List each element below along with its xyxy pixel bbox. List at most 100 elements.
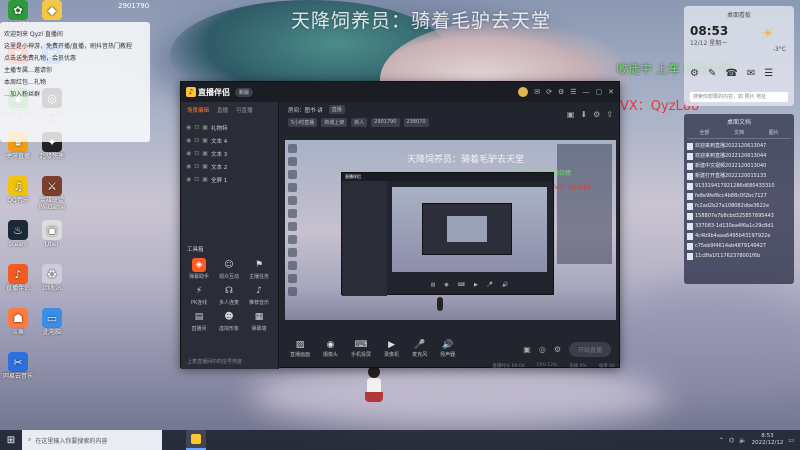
scene-item[interactable]: ◉ ⊡ ▣ 文本 4 [186,134,273,147]
file-icon [687,182,693,190]
file-panel-tab[interactable]: 文档 [734,129,744,136]
minimize-icon[interactable]: — [583,88,590,96]
volume-icon[interactable]: 🔈 [739,437,746,444]
chevron-up-icon[interactable]: ⌃ [719,437,724,444]
control-button[interactable]: ▨ 直播画面 [290,340,310,358]
stream-preview[interactable]: 天降饲养员：骑着毛驴去天堂 收徒中 上车 拒绝白嫖 VX：QyzL88 直播伴侣… [285,140,616,326]
widget-icon[interactable]: ✉ [747,68,755,79]
taskbar-search-input[interactable]: ⌕ 在这里输入你要搜索的内容 [22,430,162,450]
desktop-icon[interactable]: ✂ 网易云音乐 [2,352,34,380]
desktop-icon[interactable]: ▭ 此电脑 [36,308,68,336]
taskbar-live-companion[interactable] [186,430,206,450]
room-info-tag[interactable]: 商城上架 [321,118,348,127]
close-icon[interactable]: ✕ [608,88,614,96]
layout-icon[interactable]: ▣ [523,345,531,354]
tool-item[interactable]: ◈ 弹幕助手 [185,258,213,280]
scene-item[interactable]: ◉ ⊡ ▣ 文本 2 [186,160,273,173]
header-icon[interactable]: ⚙ [593,110,600,119]
file-item[interactable]: 新建中文视频2022120013040 [687,161,791,171]
room-info-tag[interactable]: 2901790 [371,118,400,127]
desktop-icon[interactable]: ⚔ 英雄联盟WeGame [36,176,68,211]
avatar[interactable] [518,87,529,97]
header-icon[interactable]: ⬇ [580,110,587,119]
file-item[interactable]: 11c8fa1f11762378001f6b [687,251,791,261]
menu-icon[interactable]: ☰ [570,88,576,96]
desktop-icon[interactable]: ♨ Steam [2,220,34,248]
tool-item[interactable]: ▤ 直播间 [185,310,213,332]
notification-line: 欢迎到来 Qyzl 直播间 [4,31,63,38]
left-tab[interactable]: 直播 [217,106,228,114]
file-panel-tab[interactable]: 图片 [769,129,779,136]
clock-widget[interactable]: 桌面看板 08:53 12/12 星期一 ☀ -3°C ⚙ ✎ ☎ ✉ ☰ 搜索你想要的… [684,6,794,106]
lock-icon[interactable]: ⊡ [194,176,199,183]
tool-item[interactable]: ☊ 多人连麦 [215,284,243,306]
file-item[interactable]: fe8e9fef6cc4b88c0f2bc7127 [687,191,791,201]
desktop-icon[interactable]: ♫ QQ音乐 [2,176,34,204]
eye-icon[interactable]: ◉ [186,163,191,170]
widget-search-input[interactable]: 搜索你想要的内容，如 照片 地址 [690,92,788,102]
widget-icon[interactable]: ⚙ [690,68,699,79]
room-info-tag[interactable]: 5小时直播 [288,118,318,127]
room-tag[interactable]: 直播 [328,105,345,114]
file-item[interactable]: c75eb9f4614ab4879149427 [687,241,791,251]
room-info-tag[interactable]: 238070 [403,118,429,127]
network-icon[interactable]: ⌬ [729,437,734,444]
left-tab[interactable]: 可直播 [236,106,253,114]
tool-item[interactable]: ⚡ PK连线 [185,284,213,306]
notification-icon[interactable]: ▭ [788,437,794,444]
widget-icon[interactable]: ✎ [708,68,716,79]
file-item[interactable]: 913319417921286d680433310 [687,181,791,191]
left-tab[interactable]: 场景编辑 [187,106,209,114]
eye-icon[interactable]: ◉ [186,137,191,144]
tool-item[interactable]: ☻ 虚拟形象 [215,310,243,332]
tool-item[interactable]: ♪ 推荐音乐 [245,284,273,306]
control-button[interactable]: ◉ 摄像头 [323,340,338,358]
file-item[interactable]: 欢迎来到直播2022120613044 [687,151,791,161]
room-info-tag[interactable]: 新人 [351,118,368,127]
scene-item[interactable]: ◉ ⊡ ▣ 礼物特 [186,121,273,134]
gift-icon[interactable]: ✉ [534,88,540,96]
gear-icon[interactable]: ⚙ [558,88,564,96]
control-button[interactable]: 🎤 麦克风 [412,340,427,358]
header-icon[interactable]: ▣ [567,110,575,119]
desktop-icon[interactable]: ◆ [36,0,68,21]
lock-icon[interactable]: ⊡ [194,163,199,170]
version-badge[interactable]: 新版 [235,87,254,97]
file-item[interactable]: 欢迎来到直播2022120613047 [687,141,791,151]
tool-item[interactable]: ☺ 观众互动 [215,258,243,280]
file-item[interactable]: 337083-1d130ea4f6a1c29c8d1 [687,221,791,231]
control-button[interactable]: ▶ 录像机 [384,340,399,358]
eye-icon[interactable]: ◉ [186,150,191,157]
lock-icon[interactable]: ⊡ [194,150,199,157]
eye-icon[interactable]: ◎ [539,345,546,354]
lock-icon[interactable]: ⊡ [194,137,199,144]
scene-item[interactable]: ◉ ⊡ ▣ 全屏 1 [186,173,273,186]
scene-item[interactable]: ◉ ⊡ ▣ 文本 3 [186,147,273,160]
header-icon[interactable]: ⇪ [606,110,613,119]
desktop-icon[interactable]: ▣ Uber [36,220,68,248]
widget-icon[interactable]: ☰ [764,68,773,79]
file-panel-tab[interactable]: 全部 [699,129,709,136]
file-item[interactable]: fc2ad2b27a108082dbe3622e [687,201,791,211]
gear-icon[interactable]: ⚙ [554,345,561,354]
control-button[interactable]: 🔊 扬声器 [440,340,455,358]
main-pane: 房间：图书·讲 直播 5小时直播 商城上架 新人 2901790 238070 ▣ ⬇ ⚙ ⇪… [280,102,621,369]
lock-icon[interactable]: ⊡ [194,124,199,131]
eye-icon[interactable]: ◉ [186,124,191,131]
windows-start-icon[interactable]: ⊞ [0,430,22,450]
file-item[interactable]: 158807e7b8cbd325857895443 [687,211,791,221]
maximize-icon[interactable]: ▢ [596,88,603,96]
tool-item[interactable]: ⚑ 主播任务 [245,258,273,280]
taskbar-clock[interactable]: 8:53 2022/12/12 [752,433,784,447]
go-live-button[interactable]: 开始直播 [568,341,611,357]
file-item[interactable]: 4c4b9b4aaa6495b43197922e [687,231,791,241]
eye-icon[interactable]: ◉ [186,176,191,183]
file-item[interactable]: 新建打开直播2022120015133 [687,171,791,181]
desktop-icon[interactable]: ♻ 回收站 [36,264,68,292]
desktop-icon[interactable]: ♪ 直播伴侣 [2,264,34,292]
tool-item[interactable]: ▦ 弹幕墙 [245,310,273,332]
widget-icon[interactable]: ☎ [725,68,737,79]
control-button[interactable]: ⌨ 手机投屏 [351,340,371,358]
refresh-icon[interactable]: ⟳ [546,88,552,96]
desktop-icon[interactable]: ☗ 斗鱼 [2,308,34,336]
